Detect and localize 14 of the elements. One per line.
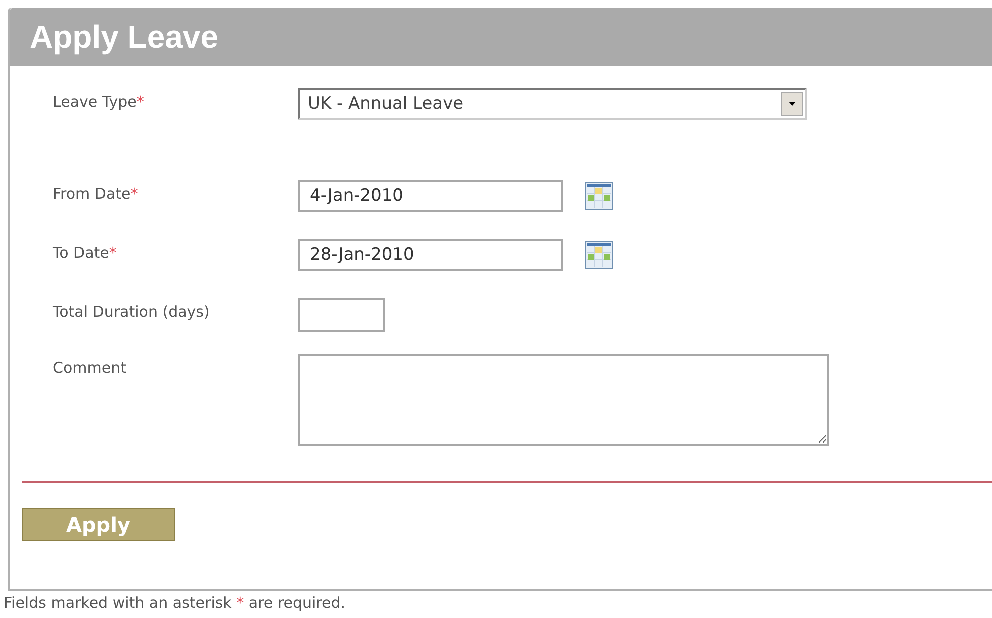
required-fields-note: Fields marked with an asterisk * are required. [4, 594, 347, 612]
date-field[interactable]: 4-Jan-2010 [298, 180, 563, 212]
duration-field[interactable] [298, 298, 385, 332]
field-label: From Date* [53, 184, 140, 205]
leave-type-dropdown[interactable]: UK - Annual Leave [298, 88, 807, 120]
field-label: Comment [53, 358, 128, 379]
calendar-icon[interactable] [585, 182, 613, 210]
comment-field[interactable] [298, 354, 829, 446]
field-label: Leave Type* [53, 92, 146, 113]
calendar-icon[interactable] [585, 241, 613, 269]
date-field[interactable]: 28-Jan-2010 [298, 239, 563, 271]
field-label: To Date* [53, 243, 118, 264]
field-label: Total Duration (days) [53, 302, 211, 323]
panel-title: Apply Leave [30, 18, 219, 56]
